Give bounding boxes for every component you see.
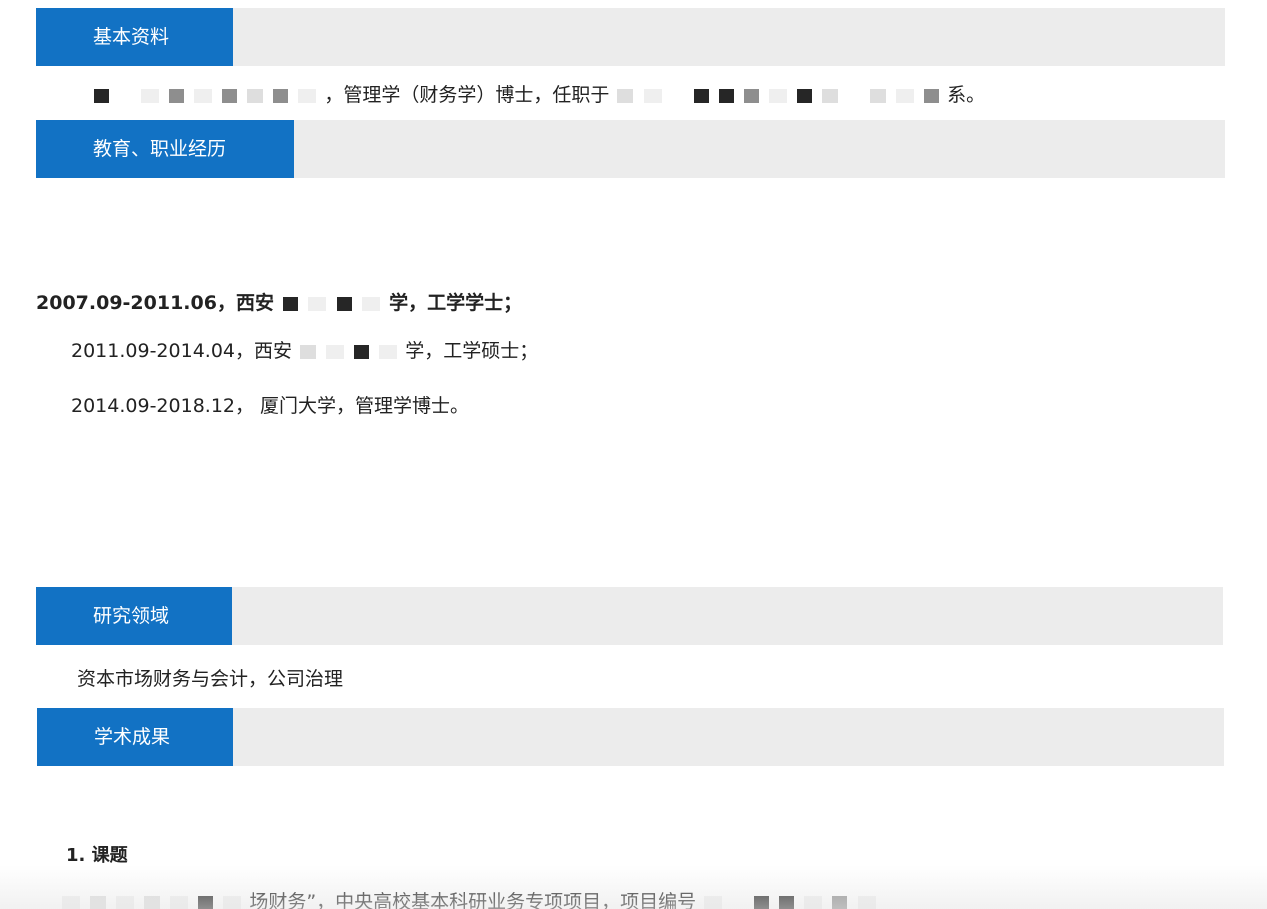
redacted-block — [754, 895, 770, 909]
education-entry-2-start: 2011.09-2014.04，西安 — [71, 340, 292, 362]
redacted-block — [796, 88, 812, 103]
redacted-block — [308, 296, 327, 311]
topics-heading-text: 1. 课题 — [66, 845, 128, 866]
redacted-block — [90, 895, 107, 909]
education-entry-3-text: 2014.09-2018.12， 厦门大学，管理学博士。 — [71, 395, 470, 417]
redacted-block — [298, 88, 317, 103]
redacted-block — [282, 296, 298, 311]
redacted-block — [768, 88, 787, 103]
redacted-block — [379, 344, 398, 359]
redacted-block — [62, 895, 80, 909]
topic-item-1-text: 场财务”，中央高校基本科研业务专项项目，项目编号 — [249, 891, 697, 909]
redacted-block — [362, 296, 381, 311]
research-fields: 资本市场财务与会计，公司治理 — [77, 664, 343, 691]
redacted-block — [704, 895, 723, 909]
redacted-block — [247, 88, 264, 103]
redacted-block — [198, 895, 214, 909]
redacted-block — [821, 88, 838, 103]
section-tab-education: 教育、职业经历 — [36, 120, 294, 178]
education-entry-3: 2014.09-2018.12， 厦门大学，管理学博士。 — [71, 391, 469, 418]
redacted-block — [693, 88, 709, 103]
redacted-block — [119, 89, 131, 103]
section-tab-research: 研究领域 — [36, 587, 232, 645]
redacted-block — [300, 344, 317, 359]
basic-intro-text: ，管理学（财务学）博士，任职于 — [324, 84, 610, 106]
redacted-block — [672, 89, 684, 103]
redacted-block — [896, 88, 914, 103]
redacted-block — [194, 88, 213, 103]
redacted-block — [869, 88, 886, 103]
redacted-block — [223, 895, 242, 909]
redacted-block — [643, 88, 662, 103]
redacted-block — [617, 88, 634, 103]
section-header-research: 研究领域 — [36, 587, 1223, 645]
redacted-block — [779, 895, 795, 909]
research-fields-text: 资本市场财务与会计，公司治理 — [77, 668, 344, 690]
redacted-block — [94, 88, 109, 103]
education-entry-2-end: 学，工学硕士； — [405, 340, 539, 362]
section-tab-achievements: 学术成果 — [37, 708, 233, 766]
redacted-block — [116, 895, 135, 909]
redacted-block — [273, 88, 289, 103]
redacted-block — [718, 88, 734, 103]
section-tab-basic: 基本资料 — [36, 8, 233, 66]
basic-intro-end: 系。 — [947, 84, 986, 106]
redacted-block — [354, 344, 370, 359]
redacted-block — [336, 296, 352, 311]
education-entry-2: 2011.09-2014.04，西安 学，工学硕士； — [71, 336, 538, 363]
education-entry-1-start: 2007.09-2011.06，西安 — [36, 292, 274, 314]
redacted-block — [326, 344, 345, 359]
redacted-block — [222, 88, 238, 103]
topics-heading: 1. 课题 — [66, 841, 128, 867]
redacted-block — [170, 895, 189, 909]
redacted-block — [144, 895, 161, 909]
section-header-achievements: 学术成果 — [37, 708, 1224, 766]
redacted-block — [169, 88, 185, 103]
section-header-basic: 基本资料 — [36, 8, 1225, 66]
redacted-block — [832, 895, 848, 909]
redacted-block — [857, 895, 876, 909]
section-header-education: 教育、职业经历 — [36, 120, 1225, 178]
redacted-block — [924, 88, 940, 103]
redacted-block — [743, 88, 759, 103]
basic-intro-line: ，管理学（财务学）博士，任职于 系。 — [92, 80, 985, 107]
profile-page: 基本资料 ，管理学（财务学）博士，任职于 系。 教育、职业经历 2007.09-… — [0, 0, 1267, 909]
redacted-block — [804, 895, 823, 909]
education-entry-1: 2007.09-2011.06，西安 学，工学学士； — [36, 288, 522, 315]
redacted-block — [141, 88, 160, 103]
topic-item-1: 场财务”，中央高校基本科研业务专项项目，项目编号 — [60, 887, 878, 909]
education-entry-1-end: 学，工学学士； — [389, 292, 523, 314]
redacted-block — [848, 89, 860, 103]
redacted-block — [732, 896, 744, 909]
